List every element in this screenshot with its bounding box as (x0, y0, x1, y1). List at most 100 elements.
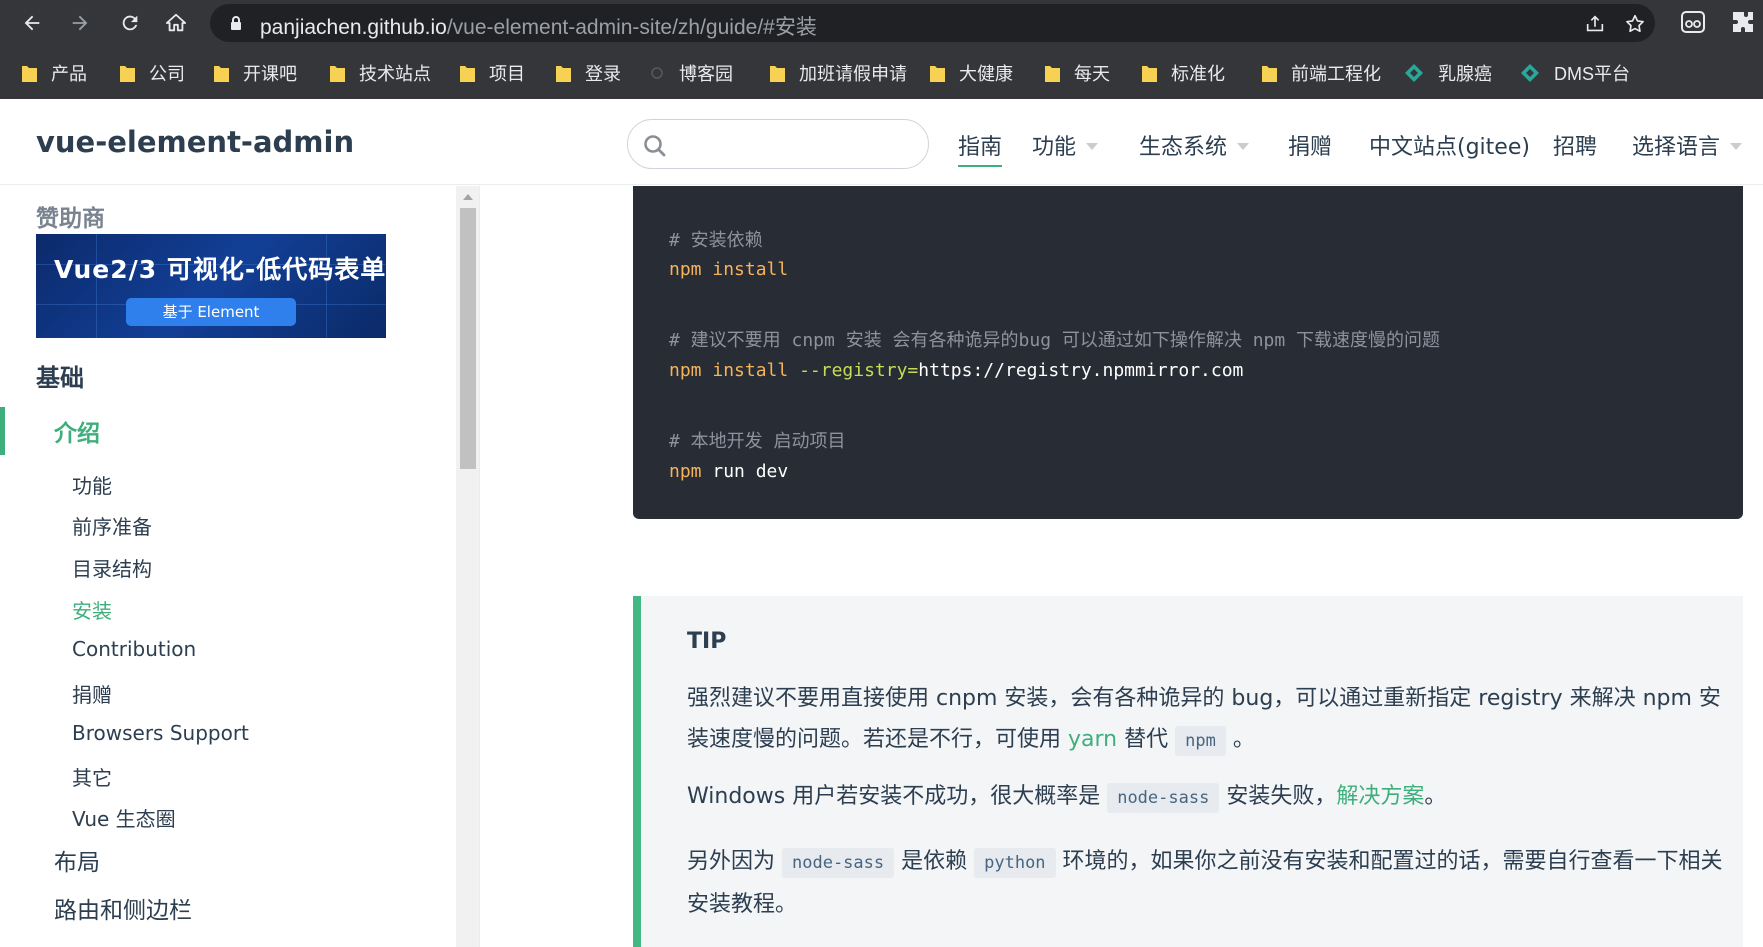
folder-icon (1142, 66, 1157, 82)
site-icon (651, 67, 663, 79)
sidebar-item[interactable]: Contribution (72, 637, 196, 661)
folder-icon (22, 66, 37, 82)
tip-paragraph-1: 强烈建议不要用直接使用 cnpm 安装，会有各种诡异的 bug，可以通过重新指定… (687, 678, 1727, 762)
yarn-link[interactable]: yarn (1068, 727, 1117, 752)
folder-icon (930, 66, 945, 82)
sidebar-item[interactable]: 其它 (72, 762, 112, 791)
folder-icon (1262, 66, 1277, 82)
home-icon (165, 13, 187, 32)
sidebar-item[interactable]: 目录结构 (72, 553, 152, 582)
bookmark-item[interactable]: 公司 (120, 54, 185, 92)
sponsor-headline: Vue2/3 可视化-低代码表单 (54, 255, 386, 284)
sidebar-group-basics[interactable]: 基础 (36, 358, 84, 393)
extensions-puzzle-icon[interactable] (1730, 9, 1756, 35)
bookmark-item[interactable]: 项目 (460, 54, 525, 92)
bookmark-label: 每天 (1074, 64, 1110, 84)
code-block: # 安装依赖 npm install # 建议不要用 cnpm 安装 会有各种诡… (633, 186, 1743, 519)
nav-item[interactable]: 选择语言 (1632, 129, 1743, 161)
code-line: # 安装依赖 (669, 230, 763, 251)
inline-code: node-sass (1107, 783, 1220, 813)
bookmark-label: 开课吧 (243, 64, 297, 84)
arrow-left-icon (24, 15, 40, 31)
sidebar-item[interactable]: 路由和侧边栏 (54, 891, 192, 925)
nav-item-label: 捐赠 (1288, 135, 1333, 160)
folder-icon (214, 66, 229, 82)
bookmark-item[interactable]: 技术站点 (330, 54, 431, 92)
share-icon[interactable] (1584, 13, 1606, 35)
bookmark-item[interactable]: 加班请假申请 (770, 54, 907, 92)
bookmark-item[interactable]: 大健康 (930, 54, 1013, 92)
back-button[interactable] (16, 7, 48, 39)
sidebar-item[interactable]: 布局 (54, 843, 100, 877)
sidebar-scrollbar[interactable] (456, 186, 479, 947)
sidebar-item[interactable]: Vue 生态圈 (72, 803, 176, 832)
forward-button[interactable] (64, 7, 96, 39)
sidebar-item[interactable]: 功能 (72, 470, 112, 499)
bookmark-item[interactable]: 开课吧 (214, 54, 297, 92)
site-title[interactable]: vue-element-admin (36, 125, 354, 159)
bookmarks-bar: 产品 公司 开课吧 技术站点 项目 登录 博客园 加班请假申请 大健康 每天 标准化 前端工程化 乳腺癌… (0, 54, 1763, 92)
nav-item-label: 选择语言 (1632, 135, 1721, 160)
caret-down-icon (1237, 142, 1250, 150)
nav-item-label: 生态系统 (1139, 135, 1228, 160)
nav-item[interactable]: 生态系统 (1139, 129, 1250, 161)
active-indicator (0, 407, 5, 455)
home-button[interactable] (160, 7, 192, 39)
nav-item-label: 功能 (1032, 135, 1077, 160)
inline-code: python (974, 848, 1056, 878)
bookmark-item[interactable]: 登录 (556, 54, 621, 92)
diamond-icon (1521, 64, 1539, 82)
nav-item[interactable]: 指南 (958, 129, 1003, 167)
bookmark-label: 登录 (585, 64, 621, 84)
reload-button[interactable] (114, 7, 146, 39)
sidebar-item[interactable]: 捐赠 (72, 679, 112, 708)
code-line: # 建议不要用 cnpm 安装 会有各种诡异的bug 可以通过如下操作解决 np… (669, 330, 1441, 351)
nav-item[interactable]: 招聘 (1553, 129, 1597, 161)
sponsor-pill: 基于 Element (126, 298, 296, 326)
sidebar-item[interactable]: Browsers Support (72, 721, 249, 745)
reload-icon (122, 15, 138, 31)
tip-paragraph-3: 另外因为 node-sass 是依赖 python 环境的，如果你之前没有安装和… (687, 848, 1723, 917)
folder-icon (460, 66, 475, 82)
bookmark-label: 加班请假申请 (799, 64, 907, 84)
bookmark-label: 前端工程化 (1291, 64, 1381, 84)
search-box[interactable] (627, 119, 929, 169)
tip-title: TIP (687, 629, 727, 654)
bookmark-label: 标准化 (1171, 64, 1225, 84)
code-line: npm run dev (669, 461, 789, 482)
folder-icon (120, 66, 135, 82)
bookmark-label: 公司 (149, 64, 185, 84)
search-icon (644, 135, 666, 157)
scroll-thumb[interactable] (460, 208, 476, 469)
bookmark-item[interactable]: DMS平台 (1520, 54, 1630, 92)
bookmark-item[interactable]: 博客园 (650, 54, 733, 92)
bookmark-item[interactable]: 标准化 (1142, 54, 1225, 92)
sidebar-item[interactable]: 安装 (72, 595, 112, 624)
nav-item-label: 指南 (958, 135, 1003, 160)
url-host: panjiachen.github.io (260, 16, 447, 39)
bookmark-item[interactable]: 乳腺癌 (1404, 54, 1492, 92)
sidebar-item[interactable]: 介绍 (54, 414, 100, 448)
sidebar-item[interactable]: 前序准备 (72, 511, 152, 540)
bookmark-item[interactable]: 产品 (22, 54, 87, 92)
solution-link[interactable]: 解决方案 (1336, 784, 1424, 809)
arrow-right-icon (72, 15, 88, 31)
search-input[interactable] (676, 130, 916, 160)
bookmark-label: DMS平台 (1554, 64, 1630, 84)
code-line: npm install --registry=https://registry.… (669, 360, 1244, 381)
bookmark-item[interactable]: 每天 (1045, 54, 1110, 92)
nav-item[interactable]: 捐赠 (1288, 129, 1332, 161)
bookmark-label: 博客园 (679, 64, 733, 84)
star-icon[interactable] (1624, 13, 1646, 35)
bookmark-item[interactable]: 前端工程化 (1262, 54, 1381, 92)
nav-item[interactable]: 中文站点(gitee) (1369, 129, 1530, 161)
scroll-up-arrow-icon[interactable] (463, 194, 473, 200)
bookmark-label: 大健康 (959, 64, 1013, 84)
tip-container: TIP 强烈建议不要用直接使用 cnpm 安装，会有各种诡异的 bug，可以通过… (633, 596, 1743, 947)
extension-mask-icon[interactable] (1680, 9, 1706, 35)
address-bar[interactable]: panjiachen.github.io/vue-element-admin-s… (210, 4, 1655, 42)
site-navbar: vue-element-admin 指南 功能 生态系统 捐赠 中文站点(gitee) 招… (0, 99, 1763, 185)
nav-item[interactable]: 功能 (1032, 129, 1099, 161)
sponsor-banner[interactable]: Vue2/3 可视化-低代码表单 基于 Element (36, 234, 386, 338)
inline-code: node-sass (782, 848, 895, 878)
